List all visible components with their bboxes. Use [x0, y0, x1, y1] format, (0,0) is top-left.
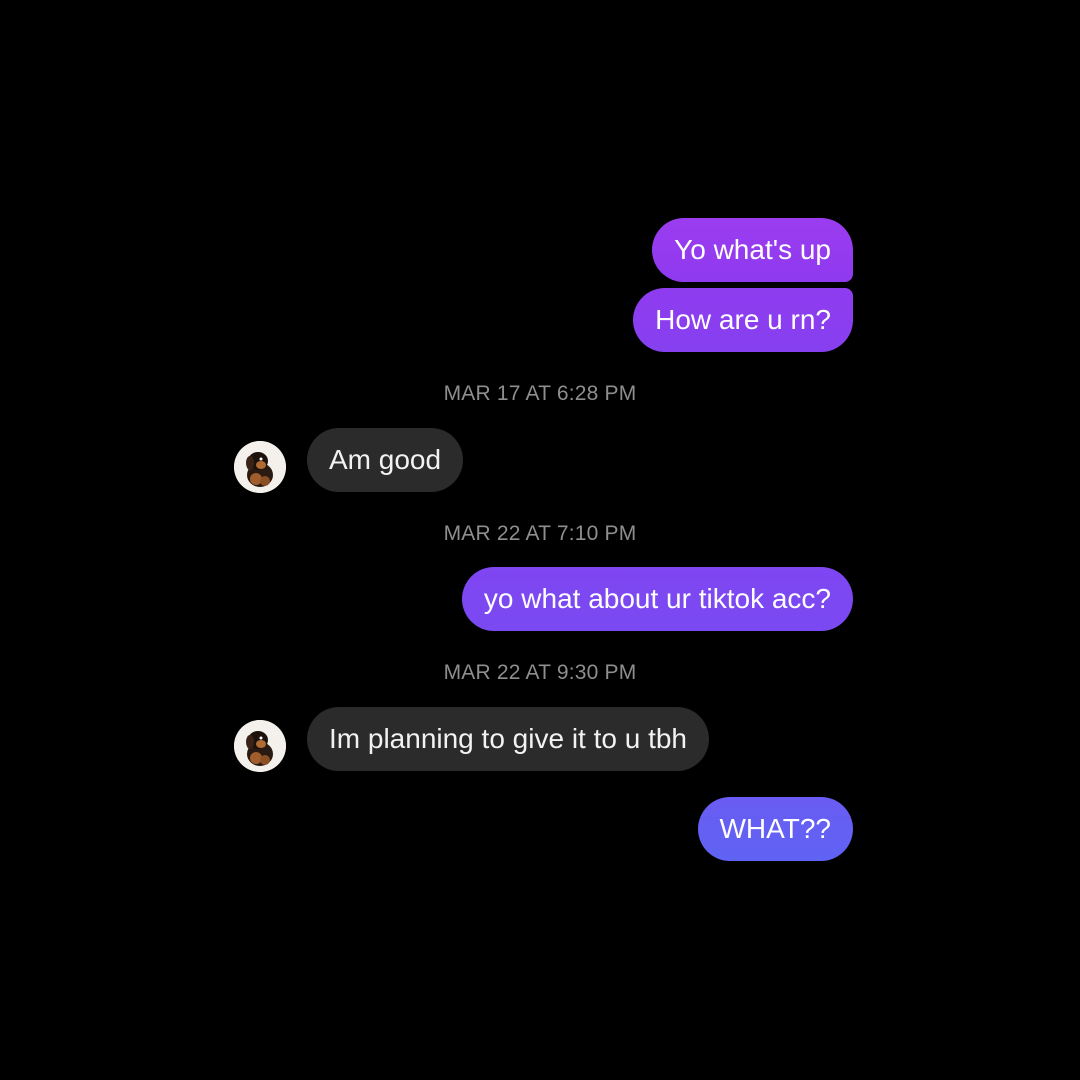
- dog-avatar-icon[interactable]: [234, 720, 286, 772]
- outgoing-message-bubble[interactable]: yo what about ur tiktok acc?: [461, 567, 853, 631]
- dog-avatar-icon[interactable]: [234, 441, 286, 493]
- chat-thread: Yo what's up How are u rn? MAR 17 AT 6:2…: [0, 0, 1080, 1080]
- message-timestamp: MAR 17 AT 6:28 PM: [443, 382, 637, 405]
- outgoing-message-bubble[interactable]: WHAT??: [697, 797, 853, 861]
- message-timestamp: MAR 22 AT 9:30 PM: [443, 661, 637, 684]
- incoming-message-bubble[interactable]: Im planning to give it to u tbh: [307, 707, 709, 771]
- outgoing-message-bubble[interactable]: Yo what's up: [652, 218, 853, 282]
- incoming-message-bubble[interactable]: Am good: [307, 428, 464, 492]
- message-timestamp: MAR 22 AT 7:10 PM: [443, 522, 637, 545]
- outgoing-message-bubble[interactable]: How are u rn?: [633, 288, 853, 352]
